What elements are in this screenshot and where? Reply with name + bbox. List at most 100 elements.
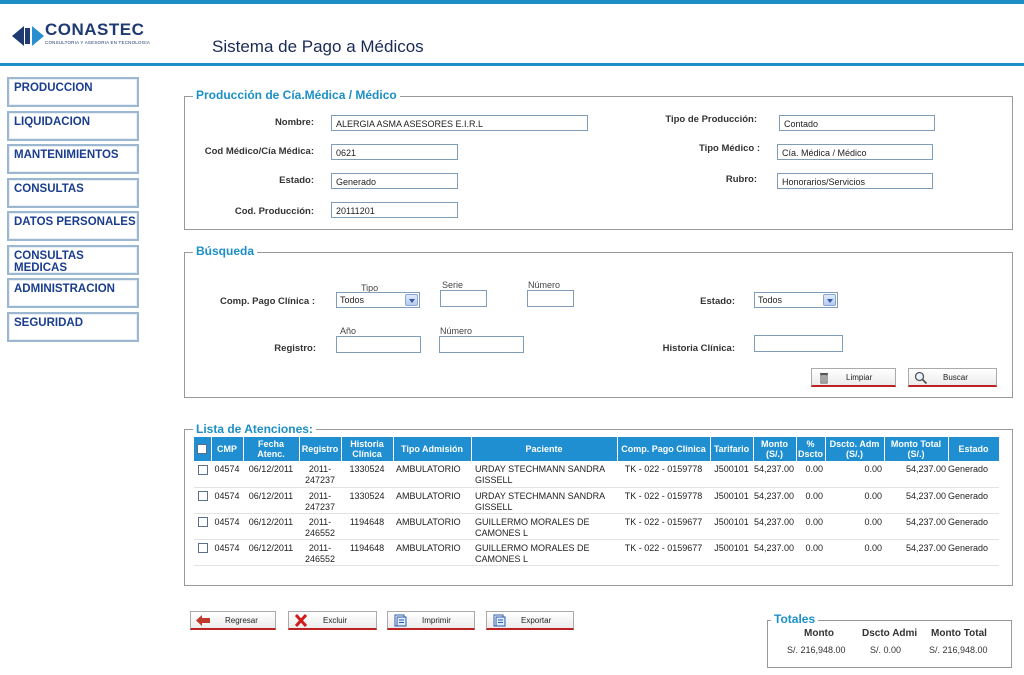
cell-cmp: 04574 — [211, 487, 243, 514]
delete-x-icon — [294, 614, 308, 627]
column-header-historia[interactable]: Historia Clínica — [341, 437, 394, 461]
cell-comp-pago: TK - 022 - 0159778 — [617, 461, 710, 488]
cell-paciente: GUILLERMO MORALES DE CAMONES L — [471, 539, 617, 566]
cell-tarifario: J500101 — [710, 461, 753, 488]
cell-comp-pago: TK - 022 - 0159778 — [617, 487, 710, 514]
cell-estado: Generado — [948, 461, 999, 488]
totales-legend: Totales — [771, 612, 819, 626]
row-checkbox[interactable] — [197, 517, 208, 528]
column-header-estado[interactable]: Estado — [948, 437, 1000, 461]
page-title: Sistema de Pago a Médicos — [212, 37, 424, 56]
cell-dscto-adm: 0.00 — [825, 539, 884, 566]
totales-total-value: S/. 216,948.00 — [929, 645, 988, 655]
column-header-tipo-admision[interactable]: Tipo Admisión — [393, 437, 472, 461]
numero-registro-input[interactable] — [439, 336, 524, 353]
chevron-down-icon[interactable] — [405, 294, 418, 306]
logo-text: CONASTEC — [45, 20, 145, 39]
tipo-produccion-field[interactable]: Contado — [779, 115, 935, 131]
estado-field[interactable]: Generado — [331, 173, 458, 189]
table-row[interactable]: 04574 06/12/2011 2011-247237 1330524 AMB… — [194, 461, 999, 488]
export-document-icon — [493, 614, 506, 627]
row-checkbox-cell[interactable] — [194, 461, 211, 488]
row-checkbox[interactable] — [197, 491, 208, 502]
cod-produccion-field[interactable]: 20111201 — [331, 202, 458, 218]
cell-historia: 1194648 — [341, 539, 393, 566]
cell-dscto: 0.00 — [796, 513, 825, 540]
sidebar-item-liquidacion[interactable]: LIQUIDACION — [7, 110, 139, 141]
limpiar-button[interactable]: Limpiar — [811, 368, 896, 387]
totales-dscto-label: Dscto Admi — [862, 628, 918, 639]
nombre-field[interactable]: ALERGIA ASMA ASESORES E.I.R.L — [331, 115, 588, 131]
anio-input[interactable] — [336, 336, 421, 353]
imprimir-button[interactable]: Imprimir — [387, 611, 475, 630]
registro-label: Registro: — [274, 343, 316, 354]
rubro-field[interactable]: Honorarios/Servicios — [777, 173, 933, 189]
column-header-dscto[interactable]: % Dscto — [796, 437, 826, 461]
column-header-registro[interactable]: Registro — [299, 437, 342, 461]
column-header-monto[interactable]: Monto (S/.) — [753, 437, 797, 461]
tipo-select[interactable]: Todos — [336, 292, 420, 308]
cell-fecha: 06/12/2011 — [243, 461, 299, 488]
cell-estado: Generado — [948, 539, 999, 566]
column-header-dscto-adm[interactable]: Dscto. Adm (S/.) — [825, 437, 885, 461]
cod-medico-field[interactable]: 0621 — [331, 144, 458, 160]
serie-input[interactable] — [440, 290, 487, 307]
sidebar-item-administracion[interactable]: ADMINISTRACION — [7, 278, 139, 308]
tipo-select-value: Todos — [340, 295, 365, 305]
column-header-comp-pago[interactable]: Comp. Pago Clinica — [617, 437, 711, 461]
column-header-monto-total[interactable]: Monto Total (S/.) — [884, 437, 949, 461]
regresar-button[interactable]: Regresar — [190, 611, 276, 630]
table-row[interactable]: 04574 06/12/2011 2011-246552 1194648 AMB… — [194, 539, 999, 566]
exportar-button[interactable]: Exportar — [486, 611, 574, 630]
sidebar-item-consultas[interactable]: CONSULTAS — [7, 177, 139, 208]
column-header-cmp[interactable]: CMP — [211, 437, 244, 461]
cell-monto-total: 54,237.00 — [884, 461, 948, 488]
estado-select-value: Todos — [758, 295, 783, 305]
table-row[interactable]: 04574 06/12/2011 2011-247237 1330524 AMB… — [194, 487, 999, 514]
select-all-header[interactable] — [194, 437, 212, 461]
select-all-checkbox[interactable] — [197, 444, 208, 455]
cell-fecha: 06/12/2011 — [243, 487, 299, 514]
tipo-medico-field[interactable]: Cía. Médica / Médico — [777, 144, 933, 160]
magnifier-icon — [914, 371, 928, 384]
row-checkbox-cell[interactable] — [194, 487, 211, 514]
sidebar-item-produccion[interactable]: PRODUCCION — [7, 77, 139, 107]
totales-dscto-value: S/. 0.00 — [870, 645, 902, 655]
row-checkbox-cell[interactable] — [194, 539, 211, 566]
cell-monto: 54,237.00 — [753, 513, 796, 540]
historia-clinica-input[interactable] — [754, 335, 843, 352]
buscar-button[interactable]: Buscar — [908, 368, 997, 387]
sidebar-item-seguridad[interactable]: SEGURIDAD — [7, 311, 139, 342]
excluir-label: Excluir — [323, 616, 348, 625]
excluir-button[interactable]: Excluir — [288, 611, 377, 630]
column-header-fecha[interactable]: Fecha Atenc. — [243, 437, 300, 461]
atenciones-table: CMP Fecha Atenc. Registro Historia Clíni… — [194, 437, 1000, 566]
estado-select[interactable]: Todos — [754, 292, 838, 308]
trash-icon — [820, 373, 828, 384]
cell-monto-total: 54,237.00 — [884, 487, 948, 514]
sidebar-menu: PRODUCCION LIQUIDACION MANTENIMIENTOS CO… — [7, 77, 139, 345]
sidebar-item-datos-personales[interactable]: DATOS PERSONALES — [7, 211, 139, 241]
cell-monto: 54,237.00 — [753, 539, 796, 566]
cell-tipo-admision: AMBULATORIO — [393, 513, 471, 540]
row-checkbox[interactable] — [197, 543, 208, 554]
row-checkbox[interactable] — [197, 464, 208, 475]
row-checkbox-cell[interactable] — [194, 513, 211, 540]
totales-monto-value: S/. 216,948.00 — [787, 645, 846, 655]
cell-tipo-admision: AMBULATORIO — [393, 539, 471, 566]
nombre-label: Nombre: — [274, 117, 314, 128]
table-row[interactable]: 04574 06/12/2011 2011-246552 1194648 AMB… — [194, 513, 999, 540]
numero-input[interactable] — [527, 290, 574, 307]
chevron-down-icon[interactable] — [823, 294, 836, 306]
cell-dscto-adm: 0.00 — [825, 461, 884, 488]
column-header-paciente[interactable]: Paciente — [471, 437, 618, 461]
cell-cmp: 04574 — [211, 539, 243, 566]
print-document-icon — [394, 614, 407, 627]
cell-tipo-admision: AMBULATORIO — [393, 487, 471, 514]
app-header: CONASTEC CONSULTORIA Y ASESORIA EN TECNO… — [0, 4, 1024, 66]
sidebar-item-mantenimientos[interactable]: MANTENIMIENTOS — [7, 144, 139, 174]
sidebar-item-consultas-medicas[interactable]: CONSULTAS MEDICAS — [7, 244, 139, 275]
cell-comp-pago: TK - 022 - 0159677 — [617, 539, 710, 566]
column-header-tarifario[interactable]: Tarifario — [710, 437, 754, 461]
cell-comp-pago: TK - 022 - 0159677 — [617, 513, 710, 540]
